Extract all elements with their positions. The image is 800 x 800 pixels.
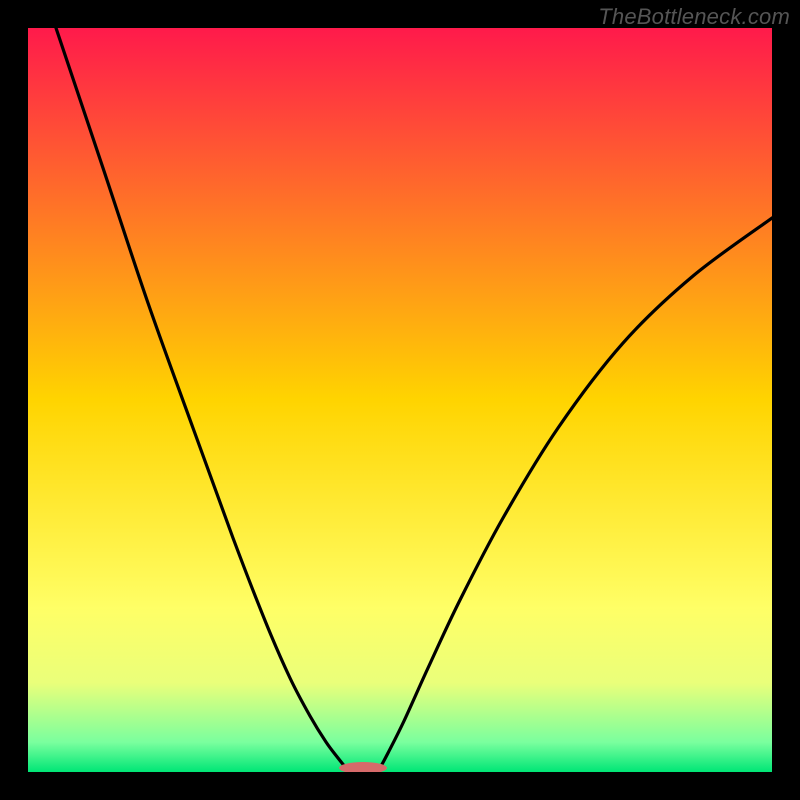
gradient-fill	[28, 28, 772, 772]
plot-area	[28, 28, 772, 772]
chart-svg	[28, 28, 772, 772]
watermark-text: TheBottleneck.com	[598, 4, 790, 30]
chart-frame: TheBottleneck.com	[0, 0, 800, 800]
